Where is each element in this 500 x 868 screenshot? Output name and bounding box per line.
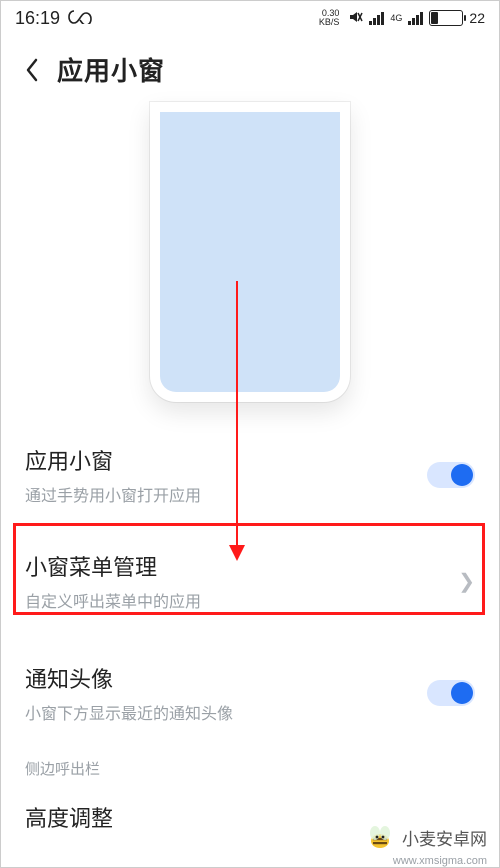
category-side-bar: 侧边呼出栏 [1,730,499,779]
watermark-url: www.xmsigma.com [393,855,487,867]
status-time: 16:19 [15,8,60,29]
back-button[interactable] [21,59,43,81]
mute-icon [349,10,363,27]
row-notification-avatar[interactable]: 通知头像 小窗下方显示最近的通知头像 [25,640,475,730]
page-title: 应用小窗 [57,51,165,88]
net-rate: 0.30 KB/S [319,9,340,27]
row-subtitle: 通过手势用小窗打开应用 [25,482,201,506]
status-bar: 16:19 0.30 KB/S 4G 22 [1,1,499,33]
battery-icon [429,10,463,26]
row-title: 通知头像 [25,662,233,694]
screen: 16:19 0.30 KB/S 4G 22 应用小窗 [0,0,500,868]
signal-bars-1 [369,12,384,25]
row-title: 应用小窗 [25,444,201,476]
toggle-notification-avatar[interactable] [427,680,475,706]
chevron-right-icon: ❯ [458,569,475,594]
watermark: 小麦安卓网 [364,821,487,853]
toggle-app-window[interactable] [427,462,475,488]
bee-icon [364,821,396,853]
settings-section: 应用小窗 通过手势用小窗打开应用 小窗菜单管理 自定义呼出菜单中的应用 ❯ 通知… [1,422,499,730]
infinity-icon [68,8,94,29]
row-subtitle: 自定义呼出菜单中的应用 [25,588,201,612]
illustration [1,102,499,402]
phone-mockup [150,102,350,402]
page-header: 应用小窗 [1,33,499,102]
net-type: 4G [390,14,402,23]
row-app-window[interactable]: 应用小窗 通过手势用小窗打开应用 [25,422,475,512]
signal-bars-2 [408,12,423,25]
row-menu-management[interactable]: 小窗菜单管理 自定义呼出菜单中的应用 ❯ [25,528,475,618]
row-title: 小窗菜单管理 [25,550,201,582]
row-subtitle: 小窗下方显示最近的通知头像 [25,700,233,724]
watermark-brand: 小麦安卓网 [402,825,487,850]
chevron-left-icon [24,58,40,82]
phone-screen [160,112,340,392]
battery-pct: 22 [469,10,485,26]
